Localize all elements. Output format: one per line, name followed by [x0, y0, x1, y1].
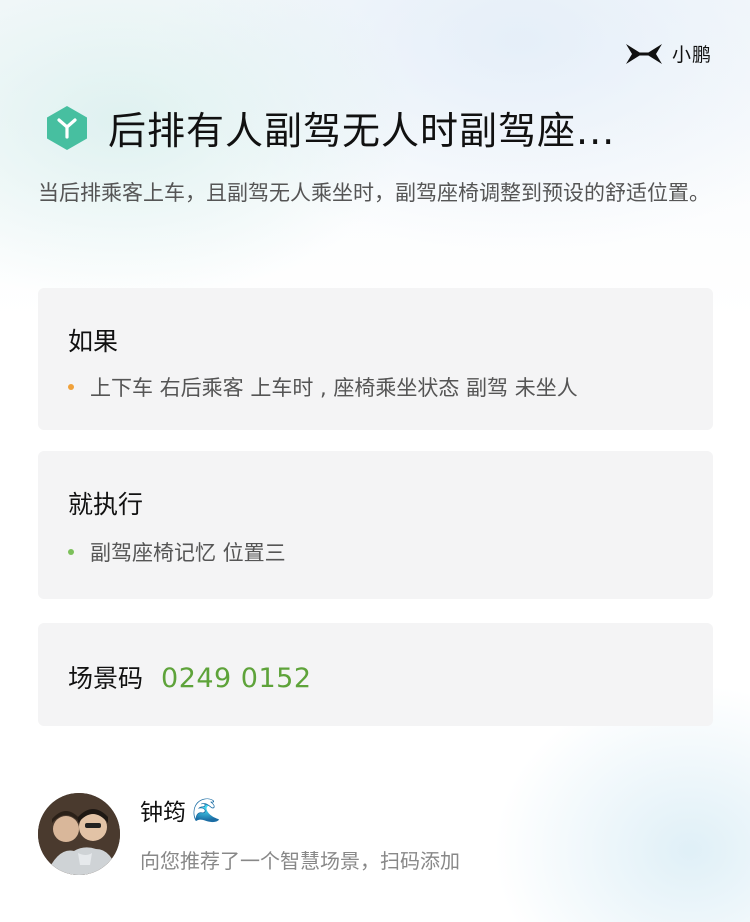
scene-code-card: 场景码 0249 0152	[38, 623, 713, 726]
wave-emoji-icon: 🌊	[192, 797, 221, 824]
scene-code-value: 0249 0152	[161, 663, 312, 694]
action-title: 就执行	[68, 490, 144, 519]
condition-text: 上下车 右后乘客 上车时 , 座椅乘坐状态 副驾 未坐人	[90, 376, 578, 400]
brand-name: 小鹏	[671, 44, 712, 66]
brand: 小鹏	[624, 40, 712, 67]
action-bullet-icon	[68, 549, 74, 555]
scene-description: 当后排乘客上车，且副驾无人乘坐时，副驾座椅调整到预设的舒适位置。	[38, 181, 710, 205]
scene-cube-icon	[47, 105, 87, 150]
user-name: 钟筠 🌊	[140, 793, 221, 827]
xpeng-logo-icon	[625, 43, 662, 64]
user-subtitle: 向您推荐了一个智慧场景，扫码添加	[140, 849, 460, 873]
action-text: 副驾座椅记忆 位置三	[90, 541, 286, 565]
scene-code-label: 场景码	[68, 664, 144, 693]
condition-bullet-icon	[68, 384, 74, 390]
condition-item: 上下车 右后乘客 上车时 , 座椅乘坐状态 副驾 未坐人	[68, 372, 578, 402]
header: 后排有人副驾无人时副驾座...	[44, 100, 615, 155]
action-item: 副驾座椅记忆 位置三	[68, 537, 286, 567]
condition-card: 如果 上下车 右后乘客 上车时 , 座椅乘坐状态 副驾 未坐人	[38, 288, 713, 430]
avatar	[38, 793, 120, 875]
avatar-photo-icon	[38, 793, 120, 875]
condition-title: 如果	[68, 327, 119, 356]
page-title: 后排有人副驾无人时副驾座...	[108, 109, 616, 153]
user-name-text: 钟筠	[140, 800, 186, 826]
action-card: 就执行 副驾座椅记忆 位置三	[38, 451, 713, 599]
